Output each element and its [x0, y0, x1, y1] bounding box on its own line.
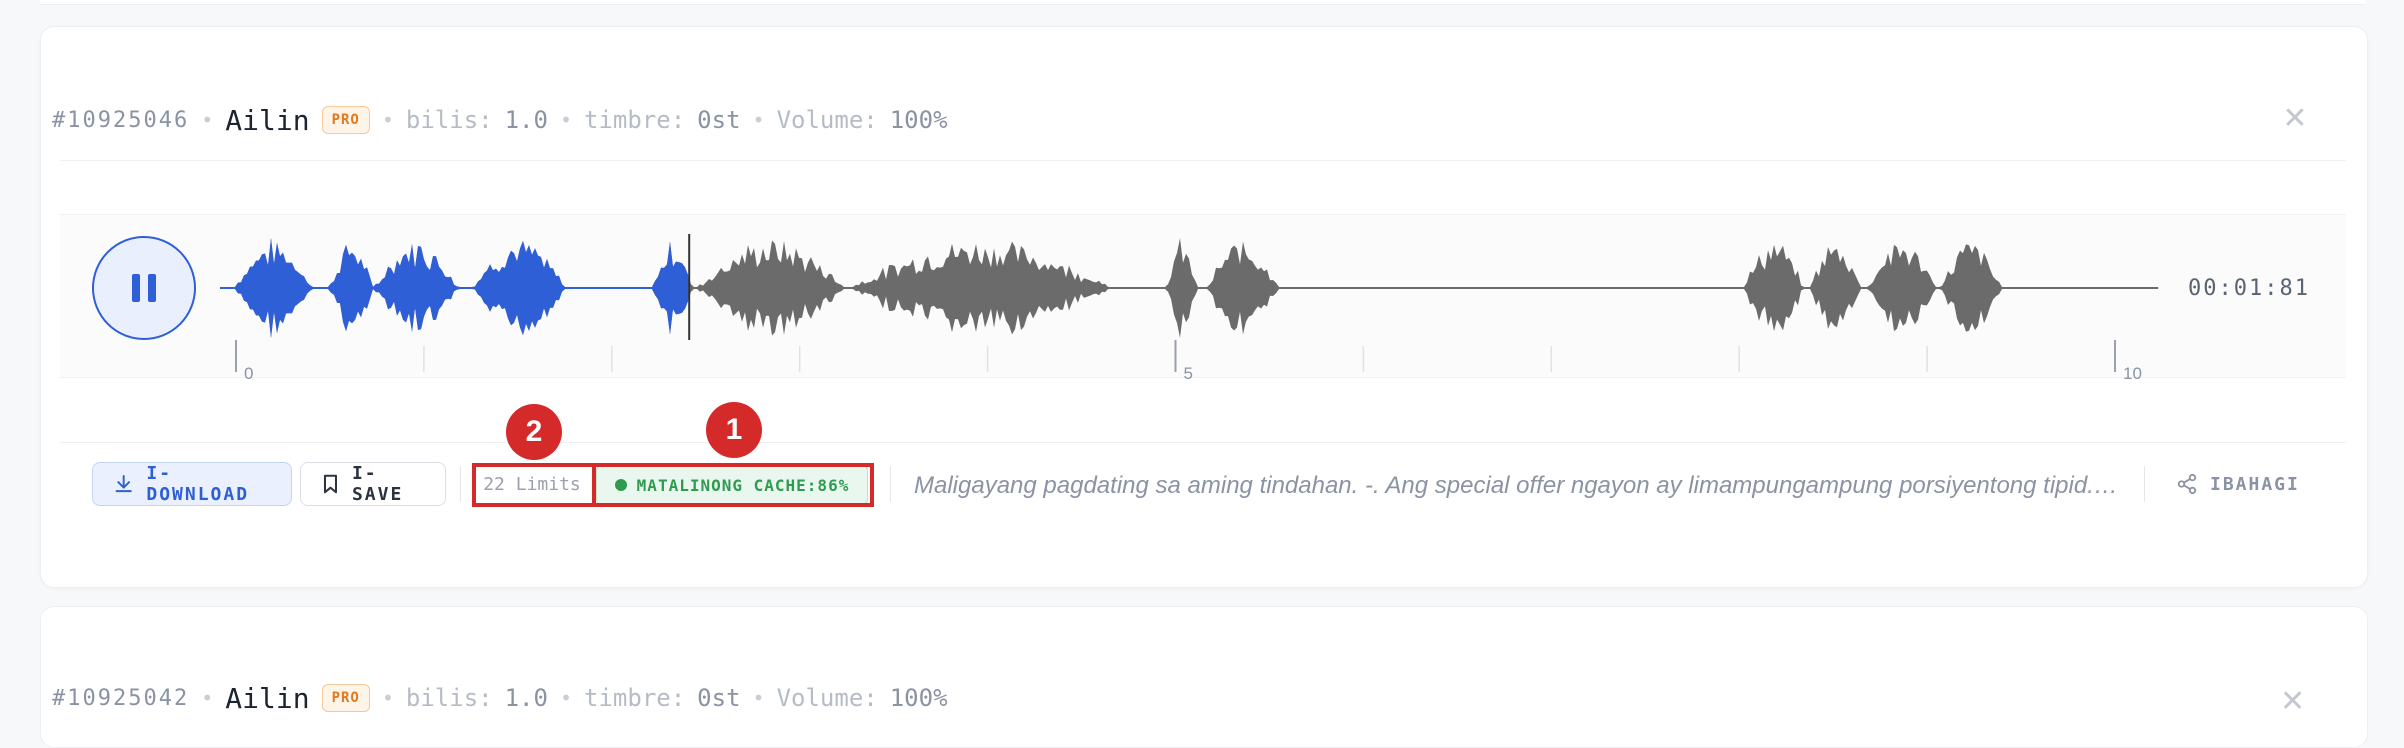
share-button[interactable]: IBAHAGI [2176, 466, 2300, 502]
record-id: #10925046 [52, 107, 190, 133]
separator-dot: • [752, 686, 765, 710]
timeline-tick-label: 0 [244, 364, 253, 383]
download-icon [115, 475, 132, 493]
timbre-label: timbre: [584, 106, 686, 134]
separator-dot: • [559, 108, 573, 132]
vertical-divider [2144, 466, 2145, 502]
save-button[interactable]: I-SAVE [300, 462, 446, 506]
download-button[interactable]: I-DOWNLOAD [92, 462, 292, 506]
record-header: #10925046 • Ailin PRO • bilis: 1.0 • tim… [52, 90, 948, 150]
separator-dot: • [752, 108, 765, 132]
speed-label: bilis: [405, 106, 493, 134]
pro-badge: PRO [321, 106, 370, 134]
annotation-marker-1: 1 [706, 402, 762, 458]
volume-label: Volume: [776, 106, 878, 134]
download-label: I-DOWNLOAD [146, 463, 250, 505]
share-label: IBAHAGI [2210, 473, 2300, 495]
timeline-tick-label: 5 [1184, 364, 1193, 383]
duration-display: 00:01:81 [2188, 276, 2310, 301]
separator-dot: • [201, 108, 214, 132]
voice-name: Ailin [225, 681, 310, 715]
separator-dot: • [381, 686, 394, 710]
speed-value: 1.0 [504, 106, 548, 134]
vertical-divider [890, 466, 891, 502]
share-icon [2177, 473, 2197, 495]
close-icon[interactable]: ✕ [2280, 684, 2348, 719]
voice-name: Ailin [225, 103, 310, 137]
close-icon[interactable]: ✕ [2280, 104, 2310, 134]
pause-button[interactable] [92, 236, 196, 340]
timbre-value: 0st [697, 106, 741, 134]
waveform[interactable]: 0 5 10 [220, 222, 2160, 384]
separator-dot: • [559, 686, 573, 710]
divider [60, 160, 2346, 161]
annotation-box-1 [592, 463, 874, 507]
timeline-tick-label: 10 [2123, 364, 2142, 383]
pause-icon-bar [148, 274, 156, 302]
pause-icon-bar [132, 274, 140, 302]
record-header: #10925042 • Ailin PRO • bilis: 1.0 • tim… [52, 668, 948, 728]
separator-dot: • [381, 108, 394, 132]
separator-dot: • [201, 686, 214, 710]
annotation-box-2 [472, 463, 596, 507]
record-id: #10925042 [52, 685, 190, 711]
bookmark-icon [323, 474, 337, 494]
save-label: I-SAVE [351, 463, 404, 505]
previous-card-edge [40, 0, 2366, 5]
annotation-marker-2: 2 [506, 404, 562, 460]
divider [60, 442, 2346, 443]
volume-value: 100% [889, 106, 948, 134]
text-snippet[interactable]: Maligayang pagdating sa aming tindahan. … [914, 468, 2124, 504]
vertical-divider [460, 466, 461, 502]
